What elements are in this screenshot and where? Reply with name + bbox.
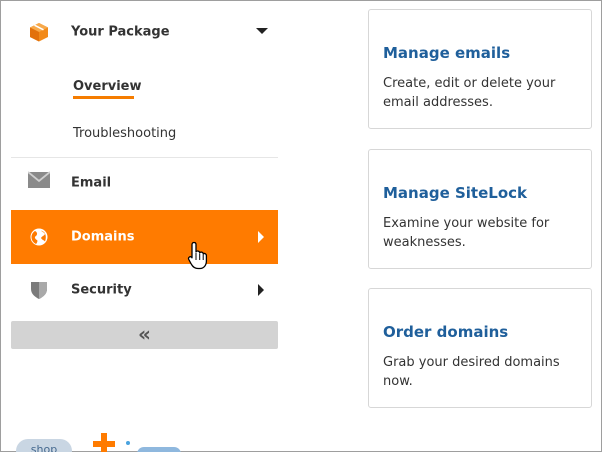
dot-icon xyxy=(126,441,130,445)
chevron-down-icon[interactable] xyxy=(256,28,268,34)
card-title[interactable]: Order domains xyxy=(383,323,508,341)
sidebar-item-label: Email xyxy=(71,175,112,191)
shield-icon xyxy=(28,279,50,301)
subnav-overview[interactable]: Overview xyxy=(73,79,142,94)
sidebar-item-your-package[interactable]: Your Package xyxy=(11,6,278,58)
envelope-icon xyxy=(28,169,50,191)
active-underline xyxy=(73,96,134,99)
box-icon xyxy=(28,21,50,43)
sidebar-nav: Your Package Overview Troubleshooting Em… xyxy=(11,1,278,351)
globe-icon xyxy=(28,226,50,248)
card-description: Grab your desired domains now. xyxy=(383,355,560,389)
subnav-troubleshooting[interactable]: Troubleshooting xyxy=(73,126,176,141)
partial-badge xyxy=(137,447,181,452)
sidebar-item-label: Security xyxy=(71,282,132,298)
card-description: Create, edit or delete your email addres… xyxy=(383,76,556,110)
sidebar-item-domains[interactable]: Domains xyxy=(11,210,278,264)
plus-icon[interactable] xyxy=(93,433,115,452)
collapse-sidebar-button[interactable]: « xyxy=(11,321,278,349)
shop-chip[interactable]: shop xyxy=(16,439,72,452)
card-order-domains[interactable]: Order domains Grab your desired domains … xyxy=(368,288,592,408)
card-manage-sitelock[interactable]: Manage SiteLock Examine your website for… xyxy=(368,149,592,269)
card-description: Examine your website for weaknesses. xyxy=(383,216,550,250)
sidebar-item-label: Your Package xyxy=(71,24,170,40)
hand-cursor-icon xyxy=(187,241,208,270)
sidebar-item-security[interactable]: Security xyxy=(11,264,278,316)
card-manage-emails[interactable]: Manage emails Create, edit or delete you… xyxy=(368,9,592,129)
card-title[interactable]: Manage emails xyxy=(383,44,510,62)
chevron-right-icon xyxy=(258,284,264,296)
sidebar-item-email[interactable]: Email xyxy=(11,157,278,209)
chevron-right-icon xyxy=(258,231,264,243)
double-chevron-left-icon: « xyxy=(138,322,151,346)
card-title[interactable]: Manage SiteLock xyxy=(383,184,527,202)
sidebar-item-label: Domains xyxy=(71,229,135,245)
